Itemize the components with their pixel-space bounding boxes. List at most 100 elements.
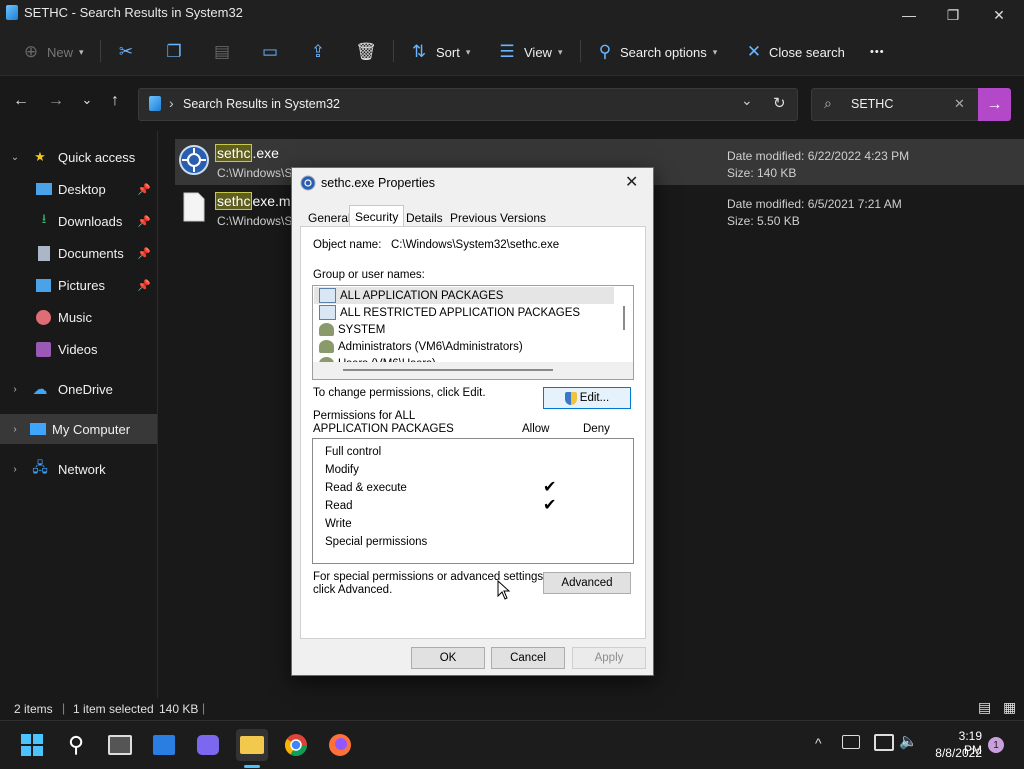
delete-button[interactable]: 🗑 — [355, 38, 377, 66]
file-explorer-taskbar-icon[interactable] — [236, 729, 268, 761]
network-status-icon[interactable] — [874, 734, 894, 751]
tab-details[interactable]: Details — [400, 208, 449, 228]
sort-label: Sort — [436, 44, 460, 60]
paste-button[interactable]: ▤ — [211, 38, 233, 66]
allow-checkmark: ✔ — [543, 479, 557, 496]
music-icon — [36, 309, 51, 325]
sidebar-label: Downloads — [58, 213, 123, 229]
close-window-button[interactable]: ✕ — [976, 0, 1022, 30]
view-button[interactable]: ☰ View ▾ — [496, 38, 562, 66]
tab-previous-versions[interactable]: Previous Versions — [444, 208, 552, 228]
sidebar-item-documents[interactable]: Documents 📌 — [0, 238, 157, 268]
search-box[interactable]: ⌕ SETHC ✕ — [811, 88, 981, 121]
up-button[interactable]: ↑ — [104, 92, 126, 110]
teams-chat-icon[interactable] — [192, 729, 224, 761]
copy-button[interactable]: ❐ — [163, 38, 185, 66]
apply-button[interactable]: Apply — [572, 647, 646, 669]
horizontal-scrollbar[interactable] — [313, 362, 633, 379]
sidebar-item-downloads[interactable]: ⭳ Downloads 📌 — [0, 206, 157, 236]
firefox-icon[interactable] — [324, 729, 356, 761]
search-taskbar-icon[interactable]: ⚲ — [60, 729, 92, 761]
show-hidden-icons-button[interactable]: ^ — [815, 735, 822, 751]
search-go-button[interactable]: → — [978, 88, 1011, 121]
cancel-button[interactable]: Cancel — [491, 647, 565, 669]
maximize-button[interactable]: ❐ — [930, 0, 976, 30]
address-dropdown-button[interactable]: ⌄ — [741, 92, 753, 109]
sidebar-item-videos[interactable]: Videos — [0, 334, 157, 364]
pin-icon: 📌 — [137, 279, 151, 292]
windows-logo-icon — [21, 734, 43, 756]
clear-search-button[interactable]: ✕ — [954, 96, 965, 112]
breadcrumb-separator: › — [169, 95, 174, 111]
list-item[interactable]: SYSTEM — [319, 321, 385, 338]
permissions-for-line1: Permissions for ALL — [313, 410, 416, 422]
back-button[interactable]: ← — [10, 92, 32, 110]
close-search-button[interactable]: ✕ Close search — [743, 38, 845, 66]
chevron-right-icon: › — [13, 463, 17, 475]
sidebar-item-desktop[interactable]: Desktop 📌 — [0, 174, 157, 204]
sidebar-item-pictures[interactable]: Pictures 📌 — [0, 270, 157, 300]
forward-button[interactable]: → — [45, 92, 67, 110]
tiles-view-icon[interactable]: ▦ — [1003, 699, 1016, 716]
new-button[interactable]: ⊕ New ▾ — [20, 38, 84, 66]
sethc-exe-icon — [179, 145, 209, 175]
task-view-icon[interactable] — [104, 729, 136, 761]
start-button[interactable] — [16, 729, 48, 761]
volume-icon[interactable]: 🔈 — [899, 732, 918, 750]
scrollbar-thumb[interactable] — [343, 369, 553, 371]
group-user-list[interactable]: ALL APPLICATION PACKAGES ALL RESTRICTED … — [312, 285, 634, 380]
minimize-button[interactable]: — — [886, 0, 932, 30]
widgets-icon[interactable] — [148, 729, 180, 761]
sidebar-item-music[interactable]: Music — [0, 302, 157, 332]
sidebar-label: Network — [58, 461, 106, 477]
item-count: 2 items — [14, 702, 53, 716]
title-bar: SETHC - Search Results in System32 — ❐ ✕ — [0, 0, 1024, 30]
address-bar[interactable]: › Search Results in System32 ⌄ ↻ — [138, 88, 798, 121]
file-modified: Date modified: 6/22/2022 4:23 PM — [727, 149, 910, 163]
sort-button[interactable]: ⇅ Sort ▾ — [408, 38, 471, 66]
edit-button[interactable]: Edit... — [543, 387, 631, 409]
list-item[interactable]: Administrators (VM6\Administrators) — [319, 338, 523, 355]
chevron-down-icon: ⌄ — [10, 151, 20, 163]
recent-locations-button[interactable]: ⌄ — [76, 92, 98, 108]
search-icon: ⌕ — [824, 95, 832, 111]
details-view-icon[interactable]: ▤ — [978, 699, 991, 716]
star-icon: ★ — [34, 149, 46, 164]
trash-icon: 🗑 — [355, 42, 377, 61]
rename-button[interactable]: ▭ — [259, 38, 281, 66]
breadcrumb-path[interactable]: Search Results in System32 — [183, 97, 340, 111]
advanced-button[interactable]: Advanced — [543, 572, 631, 594]
selection-size: 140 KB — [159, 702, 199, 716]
view-icon: ☰ — [499, 42, 515, 61]
sidebar-item-my-computer[interactable]: › My Computer — [0, 414, 157, 444]
chevron-right-icon: › — [13, 423, 17, 435]
cut-button[interactable]: ✂ — [115, 38, 137, 66]
share-button[interactable]: ⇪ — [307, 38, 329, 66]
refresh-button[interactable]: ↻ — [773, 94, 786, 112]
search-input[interactable]: SETHC — [851, 97, 893, 111]
list-item[interactable]: ALL RESTRICTED APPLICATION PACKAGES — [319, 304, 580, 321]
sidebar-label: Documents — [58, 245, 124, 261]
sidebar-item-network[interactable]: › 🖧 Network — [0, 454, 157, 484]
pin-icon: 📌 — [137, 215, 151, 228]
file-name-rest: exe.m — [252, 193, 291, 209]
dialog-close-button[interactable]: ✕ — [625, 172, 638, 192]
toolbar-divider — [580, 40, 581, 62]
sidebar-item-quick-access[interactable]: ⌄ ★ Quick access — [0, 142, 157, 172]
sidebar-item-onedrive[interactable]: › ☁ OneDrive — [0, 374, 157, 404]
list-item[interactable]: ALL APPLICATION PACKAGES — [319, 287, 503, 304]
plus-icon: ⊕ — [23, 42, 39, 61]
vertical-scrollbar-thumb[interactable] — [623, 306, 625, 330]
clock-date[interactable]: 8/8/2022 — [930, 746, 982, 760]
search-options-button[interactable]: ⚲ Search options ▾ — [594, 38, 718, 66]
deny-column-header: Deny — [583, 423, 610, 435]
network-icon: 🖧 — [32, 459, 48, 475]
status-divider: | — [202, 701, 206, 715]
ok-button[interactable]: OK — [411, 647, 485, 669]
tab-security[interactable]: Security — [349, 205, 405, 228]
chrome-icon[interactable] — [280, 729, 312, 761]
more-options-button[interactable]: ••• — [870, 38, 885, 66]
notification-badge[interactable]: 1 — [988, 737, 1004, 753]
keyboard-icon[interactable] — [842, 735, 860, 749]
selection-count: 1 item selected — [73, 702, 154, 716]
